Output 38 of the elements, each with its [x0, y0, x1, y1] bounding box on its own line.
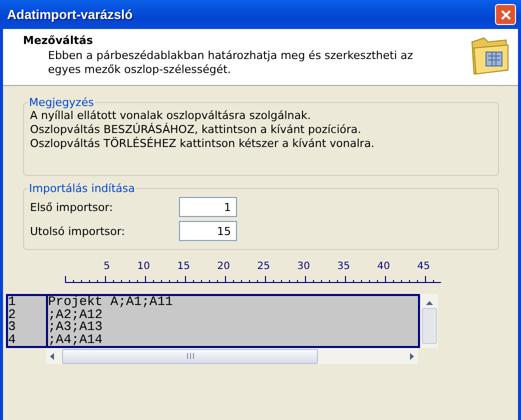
window-title: Adatimport-varázsló: [7, 7, 133, 22]
note-text: A nyíllal ellátott vonalak oszlopváltásra szolgálnak.: [30, 109, 312, 122]
note-text: Oszlopváltás BESZÚRÁSÁHOZ, kattintson a kívánt pozícióra.: [30, 123, 362, 136]
row-number: 2: [8, 308, 17, 321]
ruler-number: 25: [257, 260, 270, 273]
group-title: Importálás indítása: [28, 182, 136, 195]
ruler-number: 30: [297, 260, 310, 273]
ruler-number: 5: [104, 260, 110, 273]
ruler-number: 20: [217, 260, 230, 273]
ruler-number: 15: [177, 260, 190, 273]
ruler-number: 10: [137, 260, 150, 273]
row-text: ;A2;A12: [48, 308, 104, 321]
ruler-number: 40: [377, 260, 390, 273]
group-title: Megjegyzés: [28, 96, 95, 109]
number-field[interactable]: 15: [179, 221, 237, 241]
preview-grid[interactable]: 1 2 3 4 Projekt A;A1;A11 ;A2;A12 ;A3;A13 ;A4;A14: [6, 294, 420, 348]
row-text: Projekt A;A1;A11: [48, 296, 173, 308]
grip-icon: [186, 353, 194, 359]
page-description: Ebben a párbeszédablakban határozhatja meg és szerkesztheti az egyes mezők oszlop-szélességét.: [48, 49, 414, 77]
page-title: Mezőváltás: [23, 34, 94, 47]
row-number: 1: [8, 296, 17, 308]
up-arrow-icon: [426, 301, 433, 306]
right-arrow-icon: [410, 352, 414, 360]
note-text: Oszlopváltás TÖRLÉSÉHEZ kattintson kétszer a kívánt vonalra.: [30, 137, 376, 151]
left-arrow-icon: [50, 352, 54, 360]
ruler-number: 45: [417, 260, 430, 273]
close-icon: [500, 8, 512, 20]
ruler-number: 35: [337, 260, 350, 273]
row-text: ;A3;A13: [48, 321, 104, 334]
row-text: ;A4;A14: [48, 334, 104, 346]
field-label: Első importsor:: [30, 200, 114, 214]
row-number: 4: [8, 334, 17, 346]
vertical-scrollbar[interactable]: [421, 294, 438, 348]
horizontal-scrollbar[interactable]: [46, 348, 418, 364]
close-button[interactable]: [495, 4, 516, 25]
number-field[interactable]: 1: [179, 197, 237, 217]
row-number: 3: [8, 321, 17, 334]
field-label: Utolsó importsor:: [30, 224, 126, 238]
